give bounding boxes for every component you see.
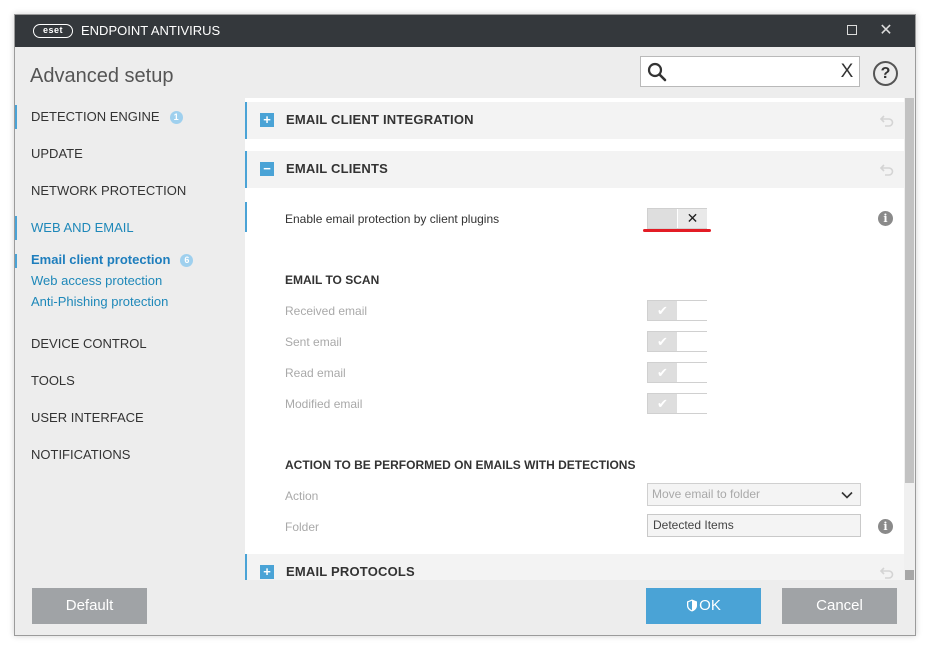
sidebar-item-user-interface[interactable]: USER INTERFACE [15, 406, 235, 430]
revert-icon[interactable] [879, 112, 895, 128]
sidebar-item-network-protection[interactable]: NETWORK PROTECTION [15, 179, 235, 203]
action-label: Action [285, 489, 319, 503]
enable-plugins-label: Enable email protection by client plugin… [285, 212, 500, 226]
folder-label: Folder [285, 520, 320, 534]
section-email-protocols[interactable]: + EMAIL PROTOCOLS [245, 554, 905, 580]
search-clear-button[interactable]: X [838, 61, 856, 83]
sidebar-item-label: TOOLS [31, 373, 75, 388]
section-title: EMAIL CLIENTS [286, 161, 389, 176]
shield-icon [687, 599, 698, 612]
notification-badge: 1 [169, 111, 183, 124]
chevron-down-icon [841, 491, 853, 499]
app-title: ENDPOINT ANTIVIRUS [81, 23, 221, 38]
section-title: EMAIL CLIENT INTEGRATION [286, 112, 474, 127]
folder-field: Detected Items [647, 514, 861, 537]
ok-button[interactable]: OK [646, 588, 761, 624]
check-icon: ✔ [648, 301, 677, 320]
sidebar-subitem-web-access-protection[interactable]: Web access protection [31, 272, 162, 290]
toggle-off-part [678, 332, 707, 351]
title-bar: eset ENDPOINT ANTIVIRUS ✕ [15, 15, 915, 47]
sidebar-item-tools[interactable]: TOOLS [15, 369, 235, 393]
sidebar-item-label: UPDATE [31, 146, 83, 161]
email-to-scan-heading: EMAIL TO SCAN [285, 273, 380, 287]
sidebar-item-web-and-email[interactable]: WEB AND EMAIL [15, 216, 235, 240]
section-indicator [245, 202, 247, 232]
sidebar-item-label: NETWORK PROTECTION [31, 183, 187, 198]
search-input[interactable] [671, 60, 831, 83]
expand-icon[interactable]: + [260, 113, 274, 127]
scrollbar-thumb[interactable] [905, 98, 914, 483]
sidebar-item-label: NOTIFICATIONS [31, 447, 131, 462]
close-window-button[interactable]: ✕ [875, 21, 897, 41]
revert-icon[interactable] [879, 161, 895, 177]
modified-email-toggle: ✔ [647, 393, 707, 414]
sidebar-item-notifications[interactable]: NOTIFICATIONS [15, 443, 235, 467]
check-icon: ✔ [648, 363, 677, 382]
search-box[interactable]: X [640, 56, 860, 87]
toggle-off-part [678, 394, 707, 413]
modified-email-label: Modified email [285, 397, 363, 411]
maximize-button[interactable] [841, 21, 863, 41]
sidebar-item-detection-engine[interactable]: DETECTION ENGINE 1 [15, 105, 235, 129]
action-select: Move email to folder [647, 483, 861, 506]
toggle-on-part [648, 209, 677, 228]
eset-logo: eset [33, 24, 73, 38]
check-icon: ✔ [648, 332, 677, 351]
sidebar-item-label: DETECTION ENGINE [31, 109, 160, 124]
section-email-clients[interactable]: − EMAIL CLIENTS [245, 151, 905, 188]
toggle-off-part [678, 301, 707, 320]
received-email-toggle: ✔ [647, 300, 707, 321]
vertical-scrollbar[interactable] [904, 98, 915, 580]
info-icon[interactable]: i [878, 211, 893, 226]
sidebar-item-label: WEB AND EMAIL [31, 220, 134, 235]
selected-indicator [15, 254, 17, 268]
maximize-icon [847, 25, 857, 35]
sidebar-item-update[interactable]: UPDATE [15, 142, 235, 166]
scrollbar-end [905, 570, 914, 580]
sidebar-item-label: USER INTERFACE [31, 410, 144, 425]
sidebar-item-label: DEVICE CONTROL [31, 336, 147, 351]
sidebar-subitem-anti-phishing-protection[interactable]: Anti-Phishing protection [31, 293, 168, 311]
info-icon[interactable]: i [878, 519, 893, 534]
advanced-setup-window: eset ENDPOINT ANTIVIRUS ✕ Advanced setup… [14, 14, 916, 636]
revert-icon[interactable] [879, 564, 895, 580]
toggle-off-part [678, 363, 707, 382]
settings-panel: + EMAIL CLIENT INTEGRATION − EMAIL CLIEN… [245, 98, 905, 580]
help-button[interactable]: ? [873, 61, 898, 86]
collapse-icon[interactable]: − [260, 162, 274, 176]
received-email-label: Received email [285, 304, 368, 318]
search-icon [647, 62, 667, 82]
sent-email-toggle: ✔ [647, 331, 707, 352]
expand-icon[interactable]: + [260, 565, 274, 579]
read-email-toggle: ✔ [647, 362, 707, 383]
ok-label: OK [699, 597, 721, 614]
sent-email-label: Sent email [285, 335, 342, 349]
default-button[interactable]: Default [32, 588, 147, 624]
section-email-client-integration[interactable]: + EMAIL CLIENT INTEGRATION [245, 102, 905, 139]
sidebar-subitem-email-client-protection[interactable]: Email client protection 6 [31, 251, 194, 269]
notification-badge: 6 [180, 254, 194, 267]
read-email-label: Read email [285, 366, 346, 380]
page-title: Advanced setup [30, 65, 174, 87]
close-icon: ✕ [678, 209, 707, 228]
sidebar-subitem-label: Email client protection [31, 252, 171, 267]
action-heading: ACTION TO BE PERFORMED ON EMAILS WITH DE… [285, 458, 636, 472]
enable-plugins-toggle[interactable]: ✕ [647, 208, 707, 229]
check-icon: ✔ [648, 394, 677, 413]
cancel-button[interactable]: Cancel [782, 588, 897, 624]
action-select-value: Move email to folder [652, 487, 761, 501]
section-title: EMAIL PROTOCOLS [286, 564, 415, 579]
sidebar-item-device-control[interactable]: DEVICE CONTROL [15, 332, 235, 356]
red-highlight-underline [643, 229, 711, 232]
